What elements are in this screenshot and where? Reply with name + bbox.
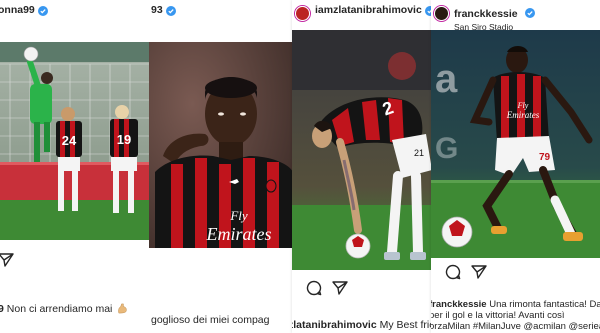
share-icon[interactable] (332, 280, 348, 296)
post-header: onna99 (0, 4, 48, 17)
post-photo[interactable]: 2 21 (292, 30, 432, 270)
post-photo[interactable]: a G Fly Emirates 79 (431, 30, 600, 258)
caption-text-line-3: orzaMilan #MilanJuve @acmilan @seriea (431, 321, 600, 332)
avatar[interactable] (433, 5, 450, 22)
caption-username[interactable]: franckkessie (431, 299, 487, 310)
post-actions (445, 264, 487, 280)
post-card-4: franckkessie San Siro Stadio a G Fly Emi… (431, 0, 600, 333)
post-photo[interactable]: 24 19 (0, 42, 150, 240)
caption-text-line-1: Una rimonta fantastica! Davvero (489, 299, 600, 310)
comment-icon[interactable] (306, 280, 322, 296)
post-actions (0, 252, 14, 268)
caption-text: goglioso dei miei compag (151, 314, 270, 326)
jersey-number-24: 24 (62, 133, 77, 148)
post-caption: 9 Non ci arrendiamo mai (0, 302, 128, 316)
jersey-sponsor-top: Fly (229, 208, 248, 223)
jersey-sponsor-bottom: Emirates (206, 224, 272, 244)
avatar[interactable] (294, 5, 311, 22)
post-caption: zlatanibrahimovic My Best frien (292, 318, 432, 332)
jersey-number-79: 79 (539, 152, 551, 163)
post-caption: goglioso dei miei compag (151, 313, 269, 327)
post-card-1: onna99 24 19 9 Non ci arrendiamo mai (0, 0, 150, 333)
post-caption: franckkessie Una rimonta fantastica! Dav… (431, 299, 600, 332)
caption-text-line-2: per il gol e la vittoria! Avanti così (431, 310, 565, 321)
verified-badge-icon (37, 6, 48, 16)
caption-username[interactable]: zlatanibrahimovic (292, 319, 377, 331)
post-card-2: 93 Fly Emirates goglioso dei miei compag (149, 0, 293, 333)
jersey-sponsor-bottom: Emirates (506, 110, 540, 120)
post-header: 93 (151, 4, 176, 17)
jersey-number-21: 21 (414, 148, 424, 158)
svg-text:G: G (435, 132, 458, 165)
post-username[interactable]: franckkessie (454, 8, 518, 20)
verified-badge-icon (525, 8, 536, 18)
post-header: franckkessie San Siro Stadio (433, 4, 536, 32)
comment-icon[interactable] (445, 264, 461, 280)
post-card-3: iamzlatanibrahimovic 2 21 zlatanibrahimo… (292, 0, 432, 333)
jersey-number-19: 19 (117, 132, 131, 147)
verified-badge-icon (165, 6, 176, 16)
share-icon[interactable] (471, 264, 487, 280)
share-icon[interactable] (0, 252, 14, 268)
caption-text: My Best frien (379, 319, 432, 331)
post-actions (306, 280, 348, 296)
flexed-biceps-icon (118, 303, 127, 314)
jersey-sponsor-top: Fly (517, 101, 529, 110)
post-username[interactable]: onna99 (0, 4, 35, 17)
post-username[interactable]: iamzlatanibrahimovic (315, 4, 422, 17)
post-photo[interactable]: Fly Emirates (149, 42, 293, 248)
caption-username[interactable]: 9 (0, 303, 4, 315)
svg-text:a: a (435, 57, 458, 101)
post-username[interactable]: 93 (151, 4, 163, 17)
caption-text: Non ci arrendiamo mai (6, 303, 113, 315)
post-header: iamzlatanibrahimovic (294, 4, 432, 22)
